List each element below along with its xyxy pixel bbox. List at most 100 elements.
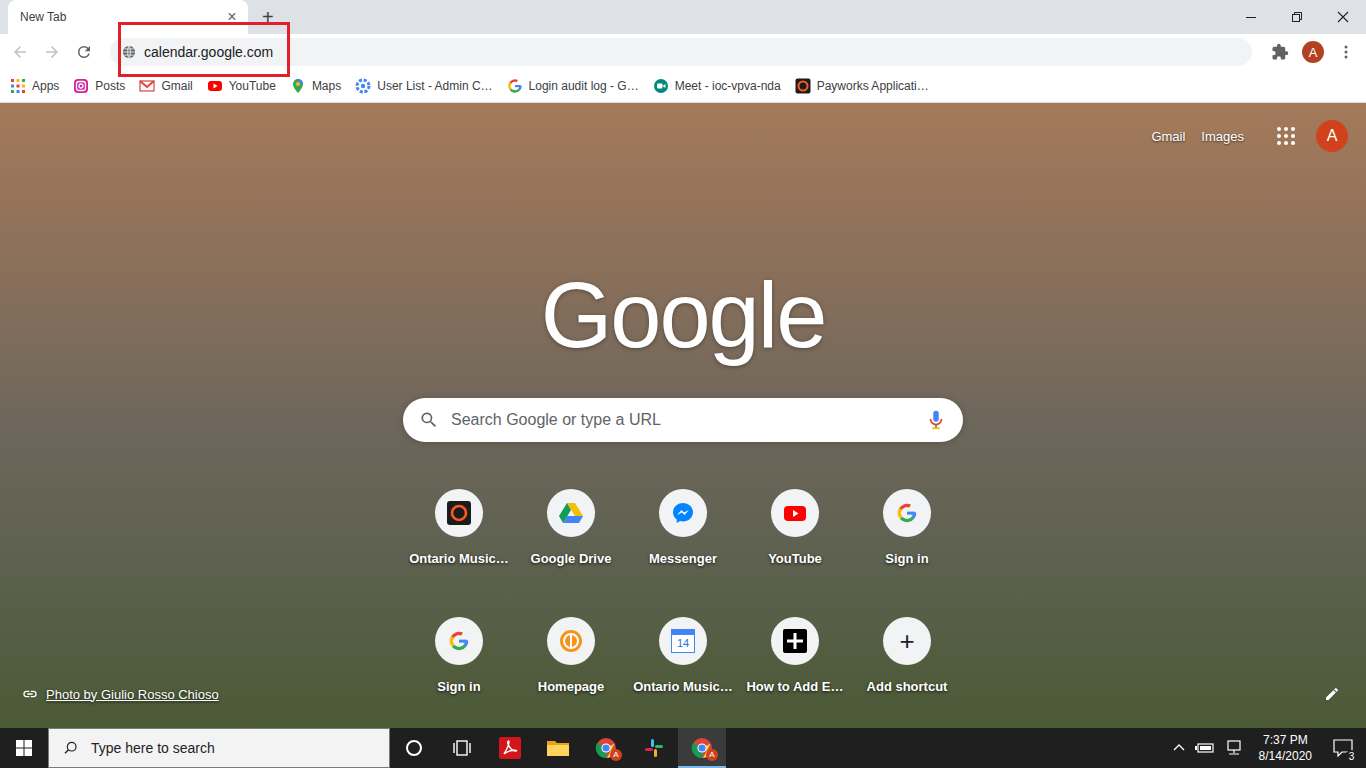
minimize-icon: [1245, 11, 1257, 23]
tab[interactable]: New Tab×: [8, 0, 248, 34]
bookmark[interactable]: Maps: [290, 78, 341, 94]
top-link[interactable]: Images: [1201, 129, 1244, 144]
shortcut-icon-circle: [547, 617, 595, 665]
shortcut-tile[interactable]: Messenger: [627, 485, 739, 589]
messenger-icon: [671, 501, 695, 525]
photo-credit[interactable]: Photo by Giulio Rosso Chioso: [22, 686, 219, 702]
top-link[interactable]: Gmail: [1151, 129, 1185, 144]
bookmark[interactable]: Payworks Applicati…: [795, 78, 929, 94]
restore-icon: [1291, 11, 1303, 23]
clock[interactable]: 7:37 PM8/14/2020: [1253, 732, 1318, 764]
reload-icon: [75, 43, 93, 61]
shortcut-tile[interactable]: Ontario Music…: [403, 485, 515, 589]
shortcut-label: Sign in: [437, 679, 480, 694]
reload-button[interactable]: [70, 38, 98, 66]
customize-button[interactable]: [1322, 684, 1342, 704]
shortcut-tile[interactable]: 14Ontario Music…: [627, 613, 739, 717]
bookmark[interactable]: Login audit log - G…: [507, 78, 639, 94]
add-icon: +: [899, 628, 914, 654]
google-logo: Google: [541, 269, 826, 361]
tab-close-button[interactable]: ×: [224, 8, 240, 26]
taskbar-search[interactable]: Type here to search: [48, 728, 390, 768]
system-tray: 7:37 PM8/14/2020 3: [1173, 728, 1366, 768]
taskbar-app[interactable]: [390, 728, 438, 768]
close-window-button[interactable]: [1320, 0, 1366, 34]
profile-badge: A: [706, 749, 718, 761]
shortcut-tile[interactable]: Sign in: [851, 485, 963, 589]
bookmark-label: Posts: [95, 79, 125, 93]
calendar-icon-date: 14: [677, 635, 689, 652]
shortcut-tile[interactable]: How to Add E…: [739, 613, 851, 717]
taskbar-app[interactable]: [534, 728, 582, 768]
bookmark[interactable]: Gmail: [139, 78, 192, 94]
extensions-button[interactable]: [1266, 38, 1294, 66]
address-highlight-box: [118, 22, 290, 77]
ring-logo-icon: [447, 501, 471, 525]
google-g-icon: [448, 630, 470, 652]
shortcut-icon-circle: [771, 617, 819, 665]
taskbar-app[interactable]: [438, 728, 486, 768]
task-view-icon: [452, 739, 472, 757]
taskbar-app[interactable]: A: [678, 728, 726, 768]
shortcut-tile[interactable]: Homepage: [515, 613, 627, 717]
shortcut-label: Messenger: [649, 551, 717, 566]
taskbar: Type here to search A A 7:37 PM8/14/2020 3: [0, 728, 1366, 768]
forward-button[interactable]: [38, 38, 66, 66]
microphone-icon[interactable]: [927, 409, 945, 431]
bookmark[interactable]: Posts: [73, 78, 125, 94]
google-g-icon: [507, 78, 523, 94]
slack-icon: [644, 738, 664, 758]
google-g-icon: [896, 502, 918, 524]
youtube-icon: [783, 501, 807, 525]
bookmark-label: Login audit log - G…: [529, 79, 639, 93]
back-arrow-icon: [11, 43, 29, 61]
shortcut-icon-circle: [435, 489, 483, 537]
bookmark[interactable]: Meet - ioc-vpva-nda: [653, 78, 781, 94]
forward-arrow-icon: [43, 43, 61, 61]
close-icon: [1337, 11, 1349, 23]
bookmark-label: Maps: [312, 79, 341, 93]
taskbar-app[interactable]: A: [582, 728, 630, 768]
bookmark[interactable]: Apps: [10, 78, 59, 94]
bookmark-label: Meet - ioc-vpva-nda: [675, 79, 781, 93]
taskbar-app[interactable]: [486, 728, 534, 768]
apps-grid-icon: [10, 78, 26, 94]
google-apps-button[interactable]: [1272, 122, 1300, 150]
menu-button[interactable]: [1332, 38, 1360, 66]
kebab-menu-icon: [1338, 44, 1354, 60]
shortcut-icon-circle: [435, 617, 483, 665]
shortcut-tile[interactable]: +Add shortcut: [851, 613, 963, 717]
minimize-button[interactable]: [1228, 0, 1274, 34]
bookmark[interactable]: YouTube: [207, 78, 276, 94]
shortcuts-grid: Ontario Music…Google Drive Messenger YouTu…: [403, 485, 963, 717]
tab-title: New Tab: [20, 10, 224, 24]
new-tab-button[interactable]: +: [262, 6, 274, 29]
account-avatar[interactable]: A: [1316, 120, 1348, 152]
network-icon[interactable]: [1225, 740, 1243, 756]
shortcut-label: Sign in: [885, 551, 928, 566]
shortcut-tile[interactable]: Sign in: [403, 613, 515, 717]
top-links: Gmail Images A: [0, 103, 1366, 151]
taskbar-app[interactable]: [630, 728, 678, 768]
chevron-up-icon[interactable]: [1173, 742, 1185, 754]
homepage-icon: [559, 629, 583, 653]
back-button[interactable]: [6, 38, 34, 66]
shortcut-label: YouTube: [768, 551, 822, 566]
notification-count: 3: [1345, 750, 1358, 763]
start-button[interactable]: [0, 728, 48, 768]
bookmark[interactable]: User List - Admin C…: [355, 78, 492, 94]
clock-time: 7:37 PM: [1263, 732, 1308, 748]
notification-button[interactable]: 3: [1328, 728, 1358, 768]
profile-avatar[interactable]: A: [1302, 41, 1324, 63]
address-bar[interactable]: calendar.google.com: [110, 38, 1252, 66]
bookmark-label: Payworks Applicati…: [817, 79, 929, 93]
shortcut-label: How to Add E…: [746, 679, 843, 694]
search-icon: [63, 740, 79, 756]
restore-button[interactable]: [1274, 0, 1320, 34]
shortcut-tile[interactable]: YouTube: [739, 485, 851, 589]
bookmark-label: Gmail: [161, 79, 192, 93]
search-box[interactable]: Search Google or type a URL: [403, 398, 963, 442]
shortcut-tile[interactable]: Google Drive: [515, 485, 627, 589]
battery-icon[interactable]: [1195, 741, 1215, 755]
shortcut-icon-circle: [547, 489, 595, 537]
